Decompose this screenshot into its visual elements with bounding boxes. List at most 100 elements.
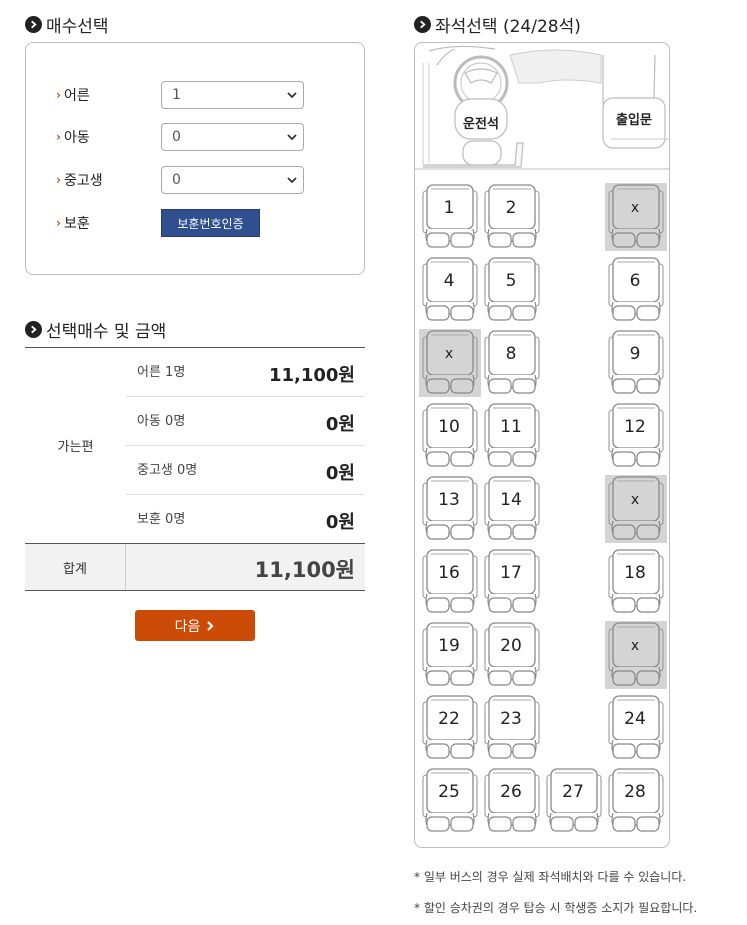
adult-count-value: 1 [172, 87, 181, 103]
ticket-count-title: 매수선택 [25, 12, 109, 37]
student-row: › 중고생 0 [56, 166, 304, 194]
seat-22[interactable]: 22 [419, 694, 481, 762]
seat-number: 6 [629, 270, 641, 291]
seat-taken: x [605, 475, 667, 543]
student-count-value: 0 [172, 172, 181, 188]
seat-number: 16 [438, 562, 460, 583]
summary-row-child: 아동 0명 0원 [126, 397, 365, 446]
child-row: › 아동 0 [56, 123, 304, 151]
seat-number: 8 [505, 343, 517, 364]
seat-1[interactable]: 1 [419, 183, 481, 251]
student-count-select[interactable]: 0 [161, 166, 304, 194]
seat-number: 19 [438, 635, 460, 656]
total-label: 합계 [25, 544, 126, 590]
seat-23[interactable]: 23 [481, 694, 543, 762]
seat-24[interactable]: 24 [605, 694, 667, 762]
note-line: * 일부 버스의 경우 실제 좌석배치와 다를 수 있습니다. [414, 870, 687, 884]
seat-number: 14 [500, 489, 522, 510]
notes: * 일부 버스의 경우 실제 좌석배치와 다를 수 있습니다. * 할인 승차권… [414, 862, 697, 924]
seat-number: 13 [438, 489, 460, 510]
arrow-icon: › [56, 130, 61, 144]
summary-row-amount: 11,100원 [268, 365, 355, 386]
seat-number: x [630, 199, 640, 216]
summary-row-veteran: 보훈 0명 0원 [126, 495, 365, 543]
summary-row-label: 아동 0명 [137, 414, 186, 429]
next-button[interactable]: 다음 [135, 610, 255, 641]
ticket-count-title-text: 매수선택 [46, 17, 109, 37]
seat-taken: x [419, 329, 481, 397]
seat-number: 24 [624, 708, 646, 729]
seat-number: 17 [500, 562, 522, 583]
adult-count-select[interactable]: 1 [161, 81, 304, 109]
seat-number: 11 [500, 416, 522, 437]
seat-17[interactable]: 17 [481, 548, 543, 616]
seat-27[interactable]: 27 [543, 767, 605, 835]
seat-6[interactable]: 6 [605, 256, 667, 324]
seat-20[interactable]: 20 [481, 621, 543, 689]
summary-total-row: 합계 11,100원 [25, 543, 365, 591]
summary-row-label: 보훈 0명 [137, 512, 186, 527]
seat-25[interactable]: 25 [419, 767, 481, 835]
seat-number: 26 [500, 781, 522, 802]
direction-label: 가는편 [57, 440, 94, 455]
next-button-label: 다음 [174, 618, 201, 635]
seat-16[interactable]: 16 [419, 548, 481, 616]
veteran-verify-button[interactable]: 보훈번호인증 [161, 209, 260, 237]
summary-row-label: 중고생 0명 [137, 463, 198, 478]
summary-row-amount: 0원 [325, 463, 355, 484]
seat-number: 22 [438, 708, 460, 729]
seat-28[interactable]: 28 [605, 767, 667, 835]
seat-13[interactable]: 13 [419, 475, 481, 543]
seat-12[interactable]: 12 [605, 402, 667, 470]
seat-number: 1 [443, 197, 455, 218]
chevron-right-circle-icon [25, 321, 42, 338]
total-amount: 11,100원 [254, 558, 355, 582]
seat-5[interactable]: 5 [481, 256, 543, 324]
seat-26[interactable]: 26 [481, 767, 543, 835]
seat-number: 5 [505, 270, 517, 291]
seat-title-text: 좌석선택 (24/28석) [435, 17, 581, 37]
adult-label: 어른 [63, 88, 90, 104]
summary-row-student: 중고생 0명 0원 [126, 446, 365, 495]
seat-number: 4 [443, 270, 455, 291]
seat-number: 23 [500, 708, 522, 729]
summary-row-label: 어른 1명 [137, 365, 186, 380]
summary-title-text: 선택매수 및 금액 [46, 322, 167, 342]
seat-number: x [444, 345, 454, 362]
chevron-down-icon [281, 124, 303, 150]
child-label: 아동 [63, 130, 90, 146]
door-label: 출입문 [616, 113, 652, 128]
seat-2[interactable]: 2 [481, 183, 543, 251]
seat-11[interactable]: 11 [481, 402, 543, 470]
summary-row-amount: 0원 [325, 512, 355, 533]
seat-number: x [630, 491, 640, 508]
seat-taken: x [605, 183, 667, 251]
seat-19[interactable]: 19 [419, 621, 481, 689]
summary-row-adult: 어른 1명 11,100원 [126, 348, 365, 397]
chevron-right-circle-icon [25, 16, 42, 33]
seat-18[interactable]: 18 [605, 548, 667, 616]
summary-row-amount: 0원 [325, 414, 355, 435]
seat-title: 좌석선택 (24/28석) [414, 12, 581, 37]
seat-number: 20 [500, 635, 522, 656]
note-line: * 할인 승차권의 경우 탑승 시 학생증 소지가 필요합니다. [414, 901, 698, 915]
seat-number: 27 [562, 781, 584, 802]
seat-10[interactable]: 10 [419, 402, 481, 470]
child-count-select[interactable]: 0 [161, 123, 304, 151]
chevron-down-icon [281, 82, 303, 108]
seat-number: 18 [624, 562, 646, 583]
veteran-label: 보훈 [63, 216, 90, 232]
seat-number: 25 [438, 781, 460, 802]
driver-seat-label: 운전석 [463, 117, 499, 132]
chevron-right-icon [207, 620, 214, 631]
seat-14[interactable]: 14 [481, 475, 543, 543]
arrow-icon: › [56, 216, 61, 230]
summary-table: 가는편 어른 1명 11,100원 아동 0명 0원 중고생 0명 0원 보훈 … [25, 347, 365, 591]
ticket-count-panel [25, 42, 365, 275]
veteran-row: › 보훈 보훈번호인증 [56, 209, 260, 237]
child-count-value: 0 [172, 129, 181, 145]
adult-row: › 어른 1 [56, 81, 304, 109]
seat-4[interactable]: 4 [419, 256, 481, 324]
seat-8[interactable]: 8 [481, 329, 543, 397]
seat-9[interactable]: 9 [605, 329, 667, 397]
